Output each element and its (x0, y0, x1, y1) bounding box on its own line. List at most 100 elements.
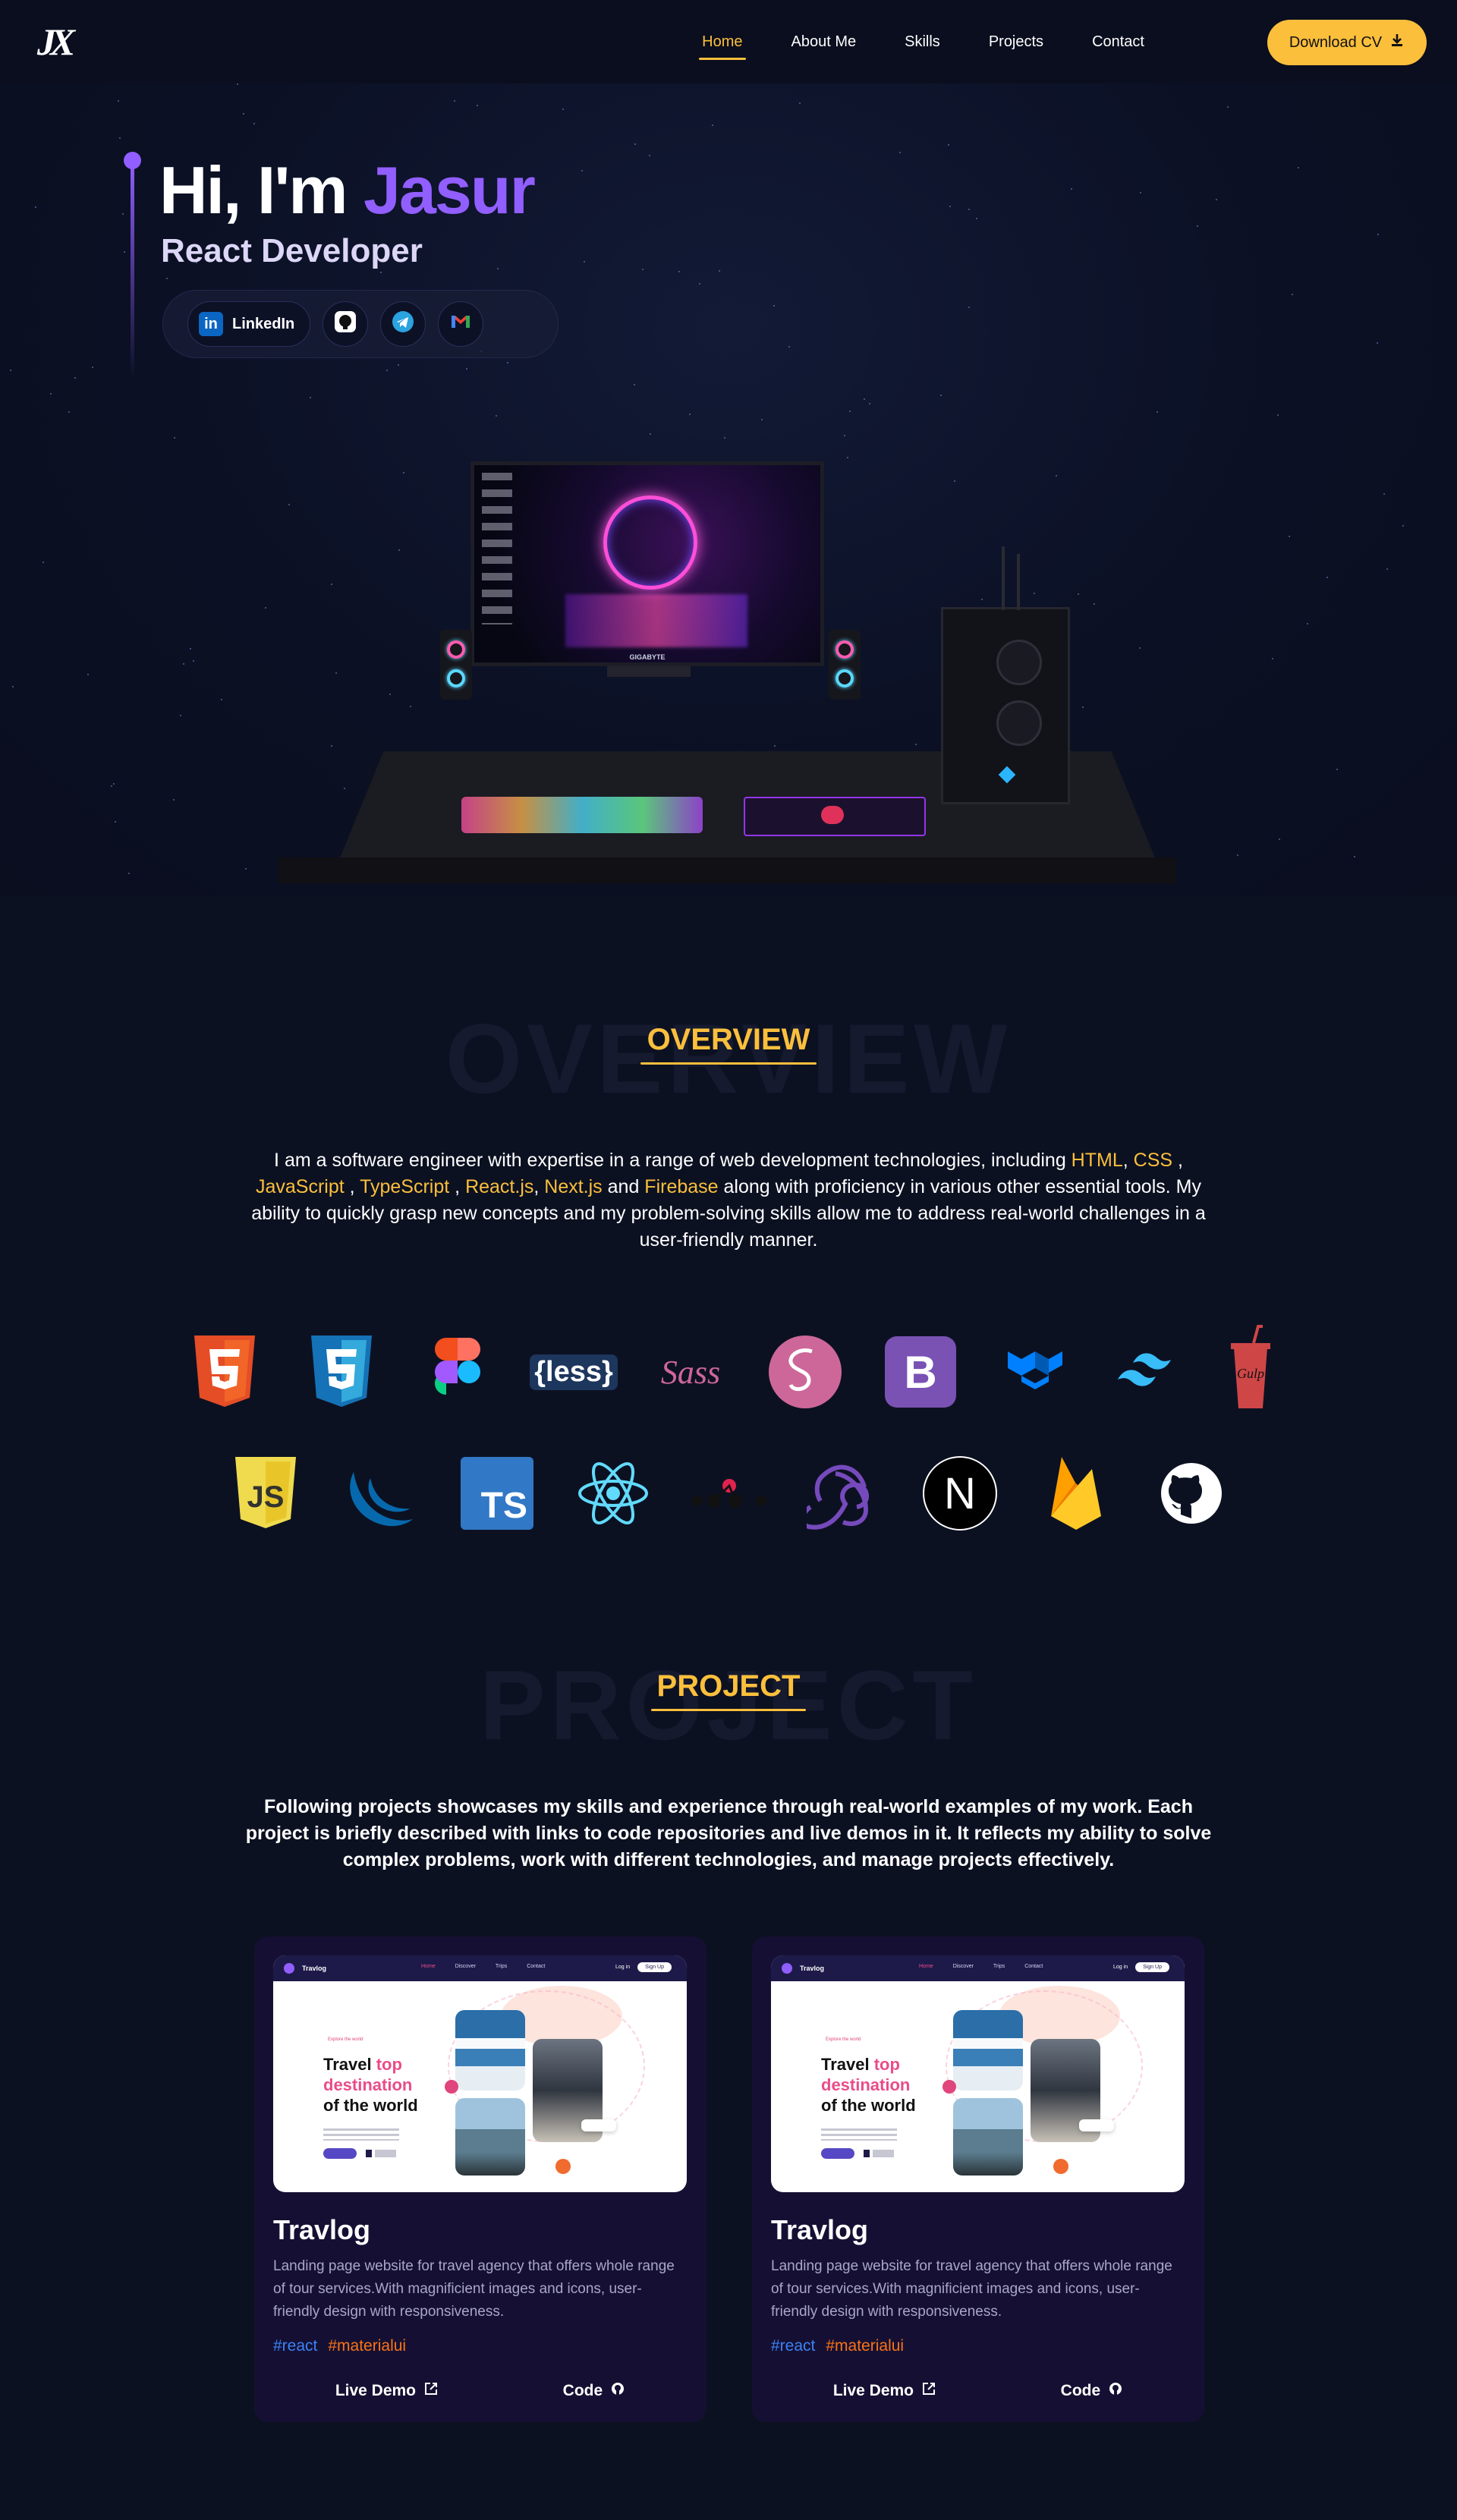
download-icon (1389, 33, 1405, 52)
star (976, 218, 977, 219)
star (1227, 106, 1229, 108)
materialui-icon (999, 1334, 1075, 1410)
star (981, 599, 983, 600)
nav-link-about[interactable]: About Me (788, 27, 860, 57)
star (1139, 647, 1141, 649)
download-cv-button[interactable]: Download CV (1267, 20, 1427, 65)
star (398, 364, 399, 366)
live-demo-button[interactable]: Live Demo (826, 2377, 944, 2405)
linkedin-label: LinkedIn (232, 315, 295, 332)
gmail-button[interactable] (438, 301, 484, 347)
right-speaker (829, 630, 861, 700)
star (50, 393, 52, 395)
code-label: Code (562, 2382, 603, 2399)
star (253, 123, 255, 124)
github-button[interactable] (323, 301, 369, 347)
star (724, 437, 725, 439)
star (87, 674, 89, 675)
star (1279, 838, 1280, 840)
star (1336, 769, 1338, 770)
site-logo[interactable]: JX (30, 19, 76, 64)
tag-react: #react (273, 2337, 318, 2355)
star (899, 152, 901, 153)
star (128, 873, 130, 874)
live-demo-label: Live Demo (335, 2382, 417, 2399)
github-logo-icon (1153, 1455, 1229, 1531)
code-button[interactable]: Code (1053, 2377, 1131, 2405)
pc-tower (941, 607, 1070, 804)
star (496, 415, 497, 417)
left-speaker (440, 630, 472, 700)
star (344, 788, 345, 789)
nav-link-contact[interactable]: Contact (1089, 27, 1147, 57)
star (968, 307, 970, 308)
star (1277, 414, 1279, 416)
project-ghost-title: PROJECT (479, 1650, 977, 1760)
star (389, 694, 391, 695)
star (1197, 225, 1198, 227)
nav-link-skills[interactable]: Skills (902, 27, 943, 57)
project-screenshot[interactable]: Travlog Home Discover Trips Contact Log … (771, 1955, 1185, 2192)
highlight-react: React.js (465, 1176, 534, 1197)
star (844, 435, 845, 436)
rgb-keyboard (461, 797, 703, 833)
code-button[interactable]: Code (555, 2377, 634, 2405)
star (642, 269, 644, 270)
highlight-typescript: TypeScript (360, 1176, 450, 1197)
star (1216, 199, 1217, 200)
typescript-icon: TS (459, 1455, 535, 1531)
nav-link-home[interactable]: Home (699, 27, 746, 60)
hero-greeting: Hi, I'm (159, 153, 348, 228)
star (115, 821, 116, 823)
star (869, 403, 870, 404)
telegram-icon (391, 310, 415, 338)
star (183, 663, 184, 665)
star (122, 213, 124, 215)
html5-icon (187, 1334, 263, 1410)
star (774, 745, 776, 747)
nextjs-icon: N (922, 1455, 998, 1531)
star (1156, 411, 1158, 413)
live-demo-label: Live Demo (832, 2382, 914, 2399)
css3-icon (304, 1334, 379, 1410)
star (12, 686, 14, 687)
github-icon (333, 310, 357, 338)
linkedin-button[interactable]: in LinkedIn (187, 301, 311, 347)
tag-materialui: #materialui (328, 2337, 407, 2355)
external-link-icon (423, 2381, 439, 2401)
bootstrap-icon: B (883, 1334, 958, 1410)
star (10, 370, 11, 371)
star (92, 367, 93, 368)
star (237, 83, 238, 85)
project-heading: PROJECT (656, 1669, 801, 1703)
hero-section: Hi, I'm Jasur React Developer in LinkedI… (0, 83, 1457, 895)
hero-role: React Developer (161, 232, 423, 269)
star (1237, 854, 1238, 856)
star (849, 411, 851, 412)
star (507, 362, 508, 363)
star (398, 549, 400, 551)
project-actions: Live Demo Code (771, 2377, 1185, 2405)
star (466, 368, 467, 370)
star (954, 480, 955, 482)
nav-link-projects[interactable]: Projects (986, 27, 1046, 57)
star (719, 270, 720, 272)
gmail-icon (448, 310, 473, 338)
star (761, 419, 763, 420)
live-demo-button[interactable]: Live Demo (328, 2377, 446, 2405)
redux-saga-icon (691, 1455, 767, 1531)
project-screenshot[interactable]: Travlog Home Discover Trips Contact Log … (273, 1955, 687, 2192)
star (689, 414, 691, 415)
star (119, 137, 121, 139)
project-card: Travlog Home Discover Trips Contact Log … (254, 1936, 706, 2422)
star (497, 268, 499, 269)
star (310, 397, 311, 398)
top-nav: JX Home About Me Skills Projects Contact… (0, 0, 1457, 83)
telegram-button[interactable] (380, 301, 426, 347)
star (864, 398, 865, 400)
star (113, 783, 115, 785)
star (193, 660, 194, 662)
star (74, 377, 76, 379)
star (265, 607, 266, 609)
star (1071, 188, 1072, 190)
